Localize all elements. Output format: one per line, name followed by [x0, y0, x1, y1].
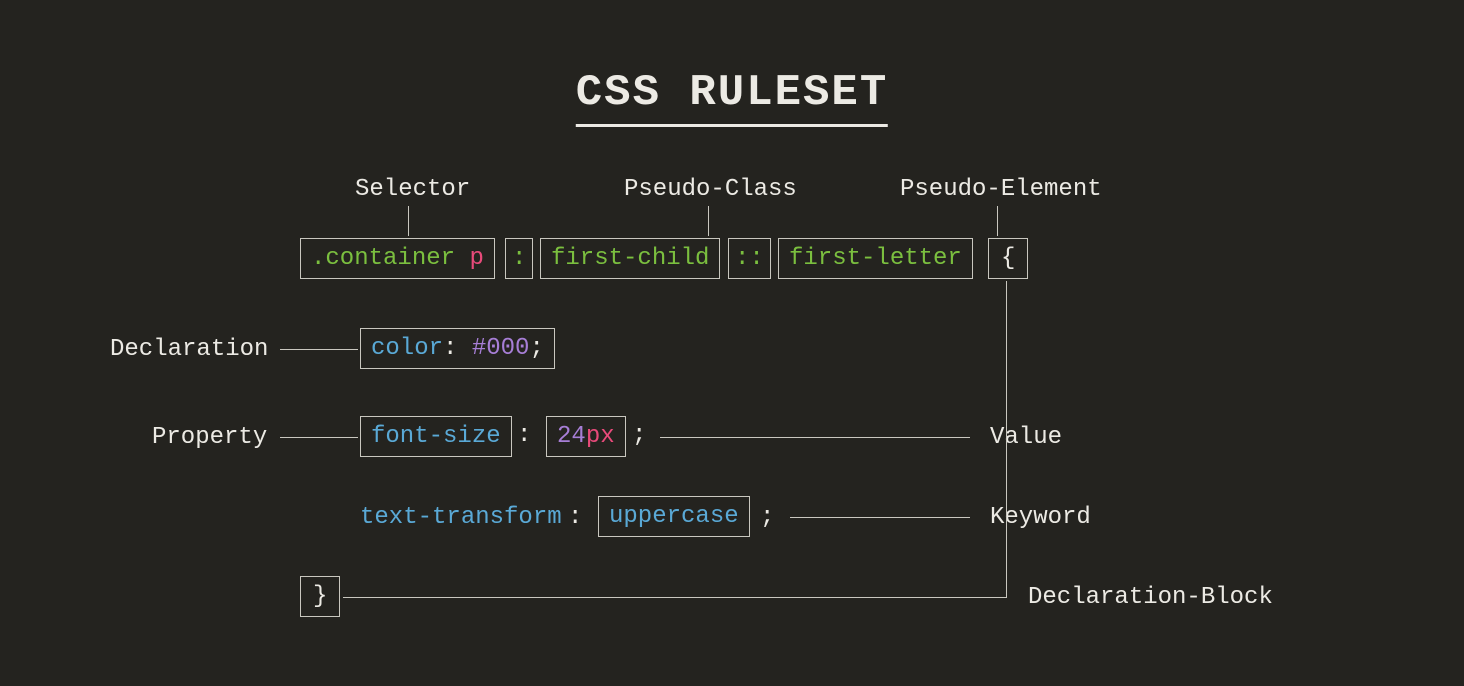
connector-property: [280, 437, 358, 438]
pseudo-class-box: first-child: [540, 238, 720, 279]
decl2-number: 24: [557, 423, 586, 450]
decl1-semi: ;: [529, 335, 543, 362]
connector-declaration: [280, 349, 358, 350]
selector-colon-2: ::: [728, 238, 771, 279]
decl2-semi: ;: [632, 422, 646, 449]
label-declaration: Declaration: [110, 336, 268, 363]
diagram-title: CSS RULESET: [576, 68, 888, 127]
decl2-property-box: font-size: [360, 416, 512, 457]
connector-selector: [408, 206, 409, 236]
decl1-property: color: [371, 335, 443, 362]
decl2-colon: :: [517, 422, 531, 449]
decl3-property: text-transform: [360, 504, 562, 531]
decl3-semi: ;: [760, 504, 774, 531]
label-selector: Selector: [355, 176, 470, 203]
brace-open-box: {: [988, 238, 1028, 279]
decl1-colon: :: [443, 335, 457, 362]
connector-value: [660, 437, 970, 438]
selector-colon-1: :: [505, 238, 533, 279]
decl3-colon: :: [568, 504, 582, 531]
connector-decl-block-h: [343, 597, 1006, 598]
pseudo-element-box: first-letter: [778, 238, 973, 279]
label-value: Value: [990, 424, 1062, 451]
selector-element: p: [469, 245, 483, 272]
connector-pseudo-element: [997, 206, 998, 236]
label-pseudo-element: Pseudo-Element: [900, 176, 1102, 203]
decl2-unit: px: [586, 423, 615, 450]
selector-class: .container: [311, 245, 469, 272]
brace-close-box: }: [300, 576, 340, 617]
decl1-value: #000: [472, 335, 530, 362]
decl2-value-box: 24px: [546, 416, 626, 457]
connector-pseudo-class: [708, 206, 709, 236]
label-declaration-block: Declaration-Block: [1028, 584, 1273, 611]
declaration-1-box: color: #000;: [360, 328, 555, 369]
selector-box: .container p: [300, 238, 495, 279]
decl3-value-box: uppercase: [598, 496, 750, 537]
connector-keyword: [790, 517, 970, 518]
connector-decl-block-v: [1006, 281, 1007, 598]
label-property: Property: [152, 424, 267, 451]
label-pseudo-class: Pseudo-Class: [624, 176, 797, 203]
